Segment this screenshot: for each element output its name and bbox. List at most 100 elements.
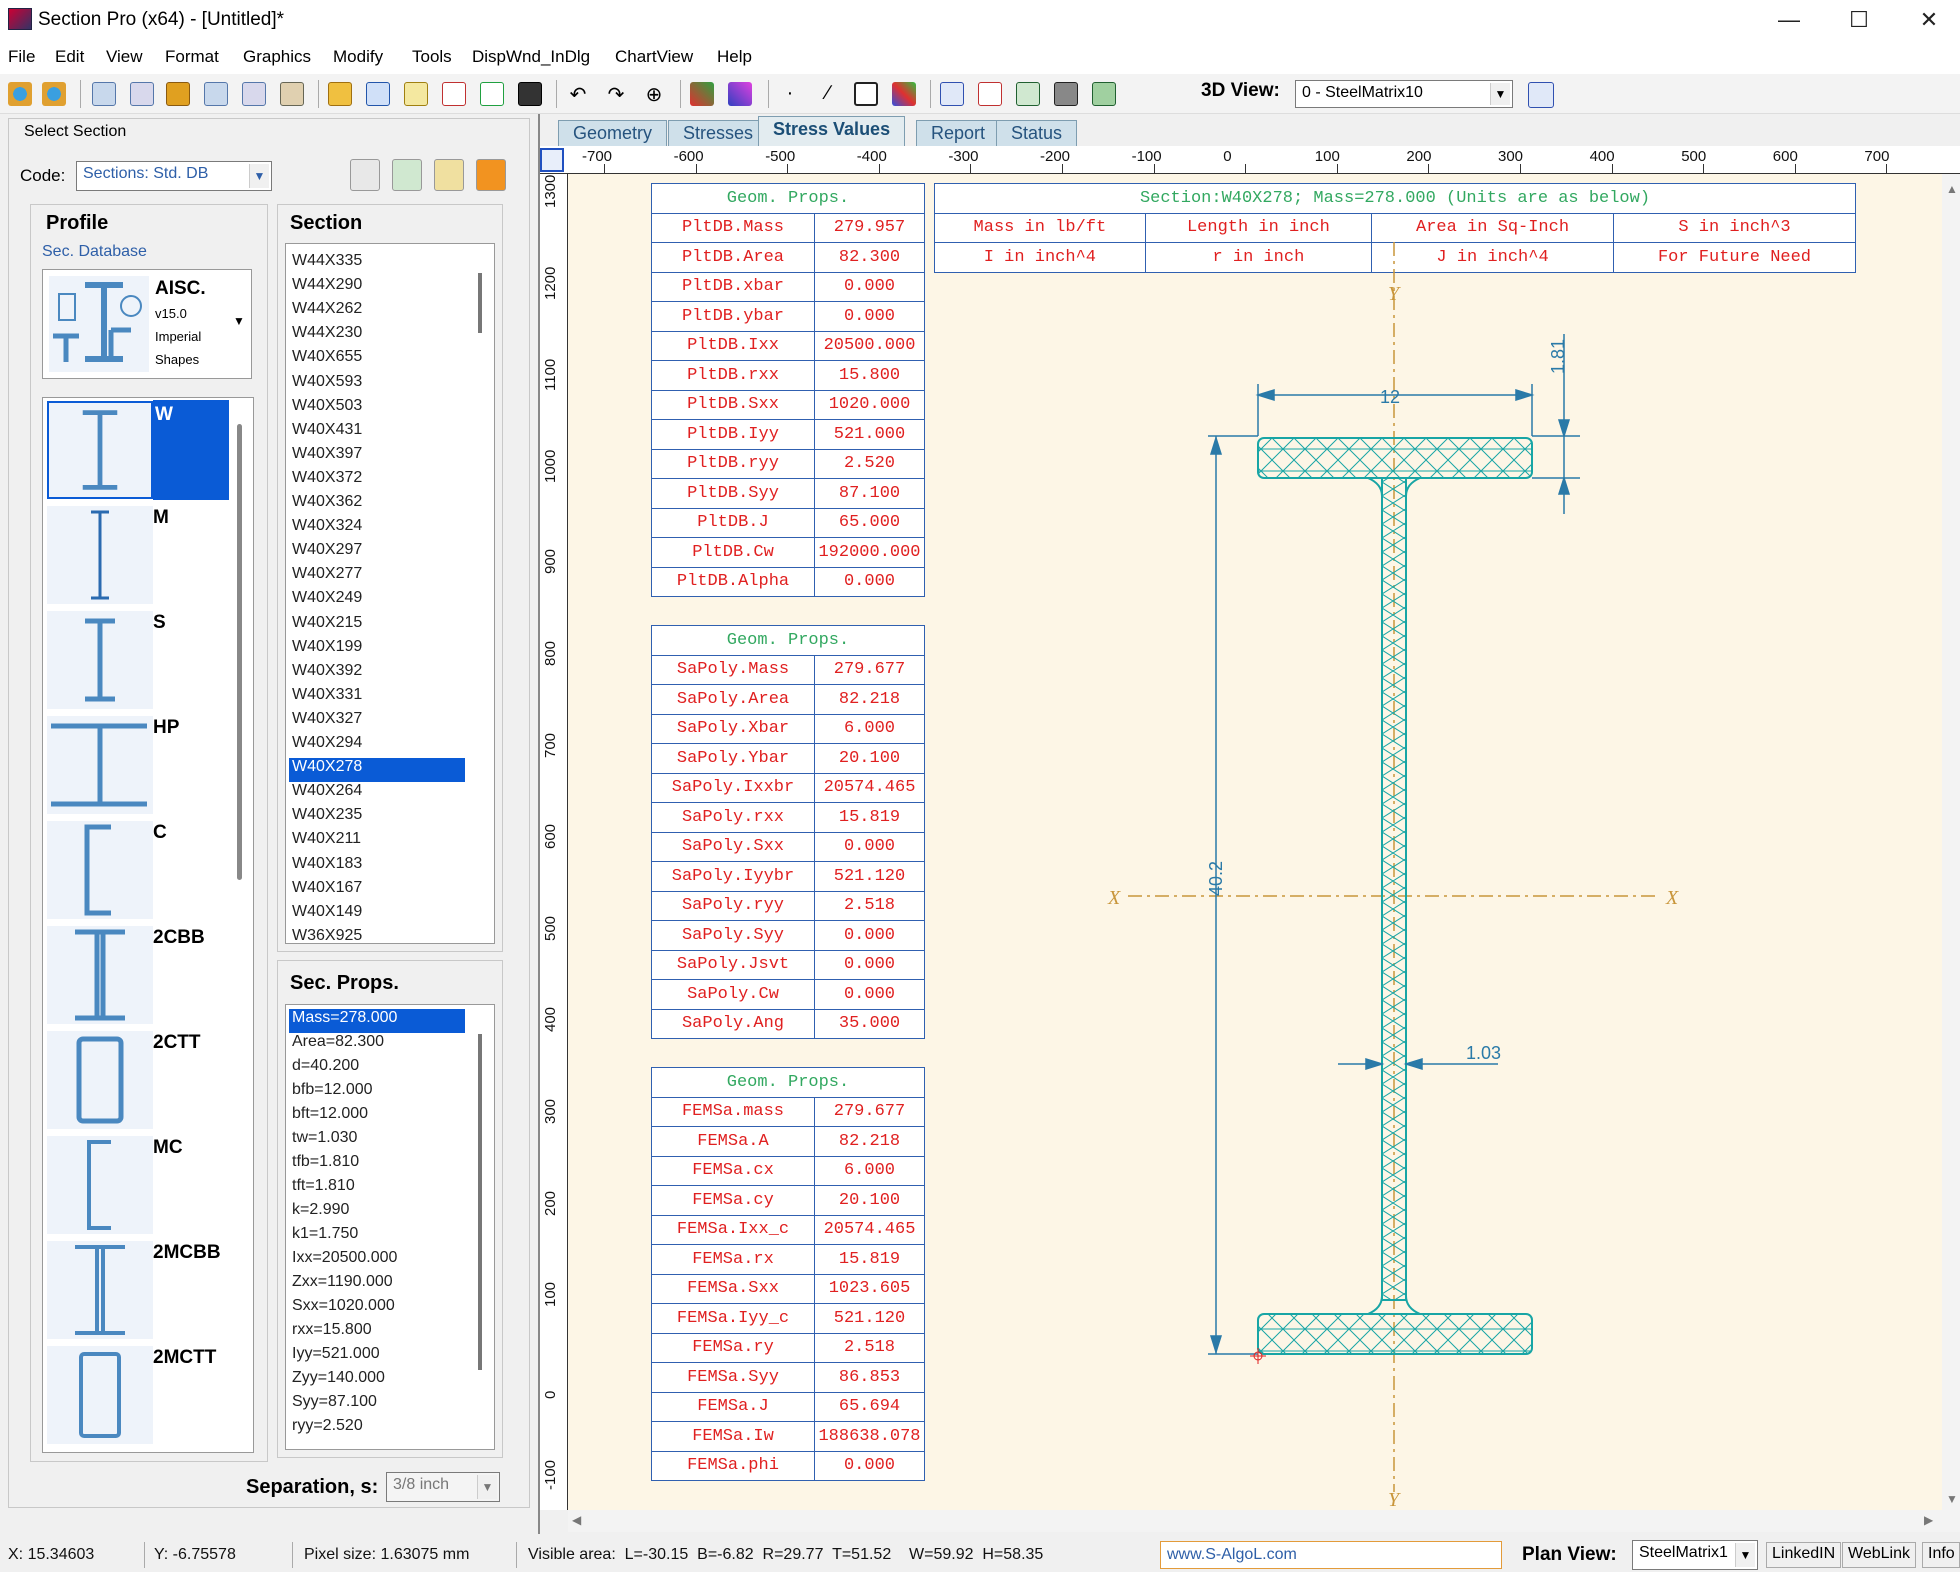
profile-item-2ctt[interactable]: 2CTT [43, 1028, 229, 1132]
section-item[interactable]: W40X372 [289, 469, 465, 493]
menu-chartview[interactable]: ChartView [615, 47, 693, 67]
sec-prop-item[interactable]: Syy=87.100 [289, 1393, 465, 1417]
section-item[interactable]: W40X183 [289, 855, 465, 879]
section-item[interactable]: W40X235 [289, 806, 465, 830]
info-button[interactable]: Info [1922, 1542, 1960, 1568]
sec-database-link[interactable]: Sec. Database [42, 243, 147, 261]
section-settings-button[interactable] [350, 159, 380, 191]
table-icon[interactable] [92, 82, 116, 106]
section-item[interactable]: W44X290 [289, 276, 465, 300]
chevron-down-icon[interactable]: ▼ [233, 314, 245, 328]
profile-scrollbar[interactable] [237, 424, 242, 880]
grid-icon[interactable] [366, 82, 390, 106]
section-item[interactable]: W44X262 [289, 300, 465, 324]
vertical-scrollbar[interactable]: ▲ ▼ [1942, 174, 1960, 1510]
section-item[interactable]: W40X278 [289, 758, 465, 783]
database-card[interactable]: AISC. v15.0 Imperial Shapes ▼ [42, 269, 252, 379]
database-icon[interactable] [166, 82, 190, 106]
sec-prop-item[interactable]: d=40.200 [289, 1057, 465, 1081]
print-icon[interactable] [1054, 82, 1078, 106]
menu-modify[interactable]: Modify [333, 47, 383, 67]
profile-item-2mctt[interactable]: 2MCTT [43, 1343, 229, 1447]
section-item[interactable]: W40X167 [289, 879, 465, 903]
profile-item-w[interactable]: W [43, 398, 229, 502]
tab-geometry[interactable]: Geometry [558, 120, 668, 146]
calc-icon[interactable] [1016, 82, 1040, 106]
section-item[interactable]: W40X294 [289, 734, 465, 758]
minimize-button[interactable]: — [1766, 4, 1812, 36]
globe-icon[interactable] [8, 82, 32, 106]
tab-stress-values[interactable]: Stress Values [758, 116, 906, 146]
menu-graphics[interactable]: Graphics [243, 47, 311, 67]
sec-prop-item[interactable]: Area=82.300 [289, 1033, 465, 1057]
code-combo[interactable]: Sections: Std. DB ▼ [76, 161, 272, 191]
sec-prop-item[interactable]: tw=1.030 [289, 1129, 465, 1153]
export-icon[interactable] [242, 82, 266, 106]
settings-3d-icon[interactable] [1528, 82, 1554, 108]
line-icon[interactable]: ∕ [816, 82, 840, 106]
menu-edit[interactable]: Edit [55, 47, 84, 67]
sec-prop-item[interactable]: k=2.990 [289, 1201, 465, 1225]
sec-props-scrollbar[interactable] [478, 1034, 482, 1370]
export-data-icon[interactable] [1092, 82, 1116, 106]
plan-view-combo[interactable]: SteelMatrix1 ▼ [1632, 1540, 1758, 1570]
nodes-icon[interactable] [690, 82, 714, 106]
sec-prop-item[interactable]: bft=12.000 [289, 1105, 465, 1129]
globe-search-icon[interactable] [42, 82, 66, 106]
section-item[interactable]: W40X149 [289, 903, 465, 927]
sec-prop-item[interactable]: Ixx=20500.000 [289, 1249, 465, 1273]
menu-tools[interactable]: Tools [412, 47, 452, 67]
sec-prop-item[interactable]: Zyy=140.000 [289, 1369, 465, 1393]
report-icon[interactable] [280, 82, 304, 106]
section-item[interactable]: W40X324 [289, 517, 465, 541]
section-item[interactable]: W40X327 [289, 710, 465, 734]
shapes-icon[interactable] [892, 82, 916, 106]
sec-prop-item[interactable]: k1=1.750 [289, 1225, 465, 1249]
polygon-icon[interactable] [854, 82, 878, 106]
close-button[interactable]: ✕ [1906, 4, 1952, 36]
section-item[interactable]: W40X503 [289, 397, 465, 421]
section-scrollbar[interactable] [478, 273, 482, 333]
scroll-up-icon[interactable]: ▲ [1946, 182, 1958, 196]
profile-item-hp[interactable]: HP [43, 713, 229, 817]
sec-prop-item[interactable]: Zxx=1190.000 [289, 1273, 465, 1297]
profile-item-2cbb[interactable]: 2CBB [43, 923, 229, 1027]
section-item[interactable]: W40X277 [289, 565, 465, 589]
section-item[interactable]: W40X431 [289, 421, 465, 445]
sec-prop-item[interactable]: Iyy=521.000 [289, 1345, 465, 1369]
section-item[interactable]: W40X593 [289, 373, 465, 397]
weblink-button[interactable]: WebLink [1842, 1542, 1916, 1568]
point-icon[interactable]: · [778, 82, 802, 106]
section-item[interactable]: W40X655 [289, 348, 465, 372]
table-edit-icon[interactable] [130, 82, 154, 106]
section-item[interactable]: W36X925 [289, 927, 465, 943]
tab-report[interactable]: Report [916, 120, 1001, 146]
undo-icon[interactable]: ↶ [566, 82, 590, 106]
profile-item-2mcbb[interactable]: 2MCBB [43, 1238, 229, 1342]
linkedin-button[interactable]: LinkedIN [1766, 1542, 1842, 1568]
save-icon[interactable] [518, 82, 542, 106]
layout-icon[interactable] [940, 82, 964, 106]
open-folder-icon[interactable] [328, 82, 352, 106]
section-item[interactable]: W40X249 [289, 589, 465, 613]
chart-icon[interactable] [404, 82, 428, 106]
section-item[interactable]: W44X230 [289, 324, 465, 348]
separation-combo[interactable]: 3/8 inch ▼ [386, 1472, 500, 1502]
view3d-combo[interactable]: 0 - SteelMatrix10 ▼ [1295, 80, 1513, 108]
website-link[interactable]: www.S-AlgoL.com [1160, 1541, 1502, 1569]
profile-item-m[interactable]: M [43, 503, 229, 607]
section-item[interactable]: W40X392 [289, 662, 465, 686]
section-calc-button[interactable] [392, 159, 422, 191]
pdf-icon[interactable] [442, 82, 466, 106]
section-item[interactable]: W40X211 [289, 830, 465, 854]
sec-prop-item[interactable]: ryy=2.520 [289, 1417, 465, 1441]
section-item[interactable]: W40X199 [289, 638, 465, 662]
excel-icon[interactable] [480, 82, 504, 106]
section-item[interactable]: W40X297 [289, 541, 465, 565]
import-icon[interactable] [204, 82, 228, 106]
list-icon[interactable] [978, 82, 1002, 106]
tab-stresses[interactable]: Stresses [668, 120, 769, 146]
section-item[interactable]: W40X264 [289, 782, 465, 806]
scroll-down-icon[interactable]: ▼ [1946, 1492, 1958, 1506]
menu-file[interactable]: File [8, 47, 35, 67]
